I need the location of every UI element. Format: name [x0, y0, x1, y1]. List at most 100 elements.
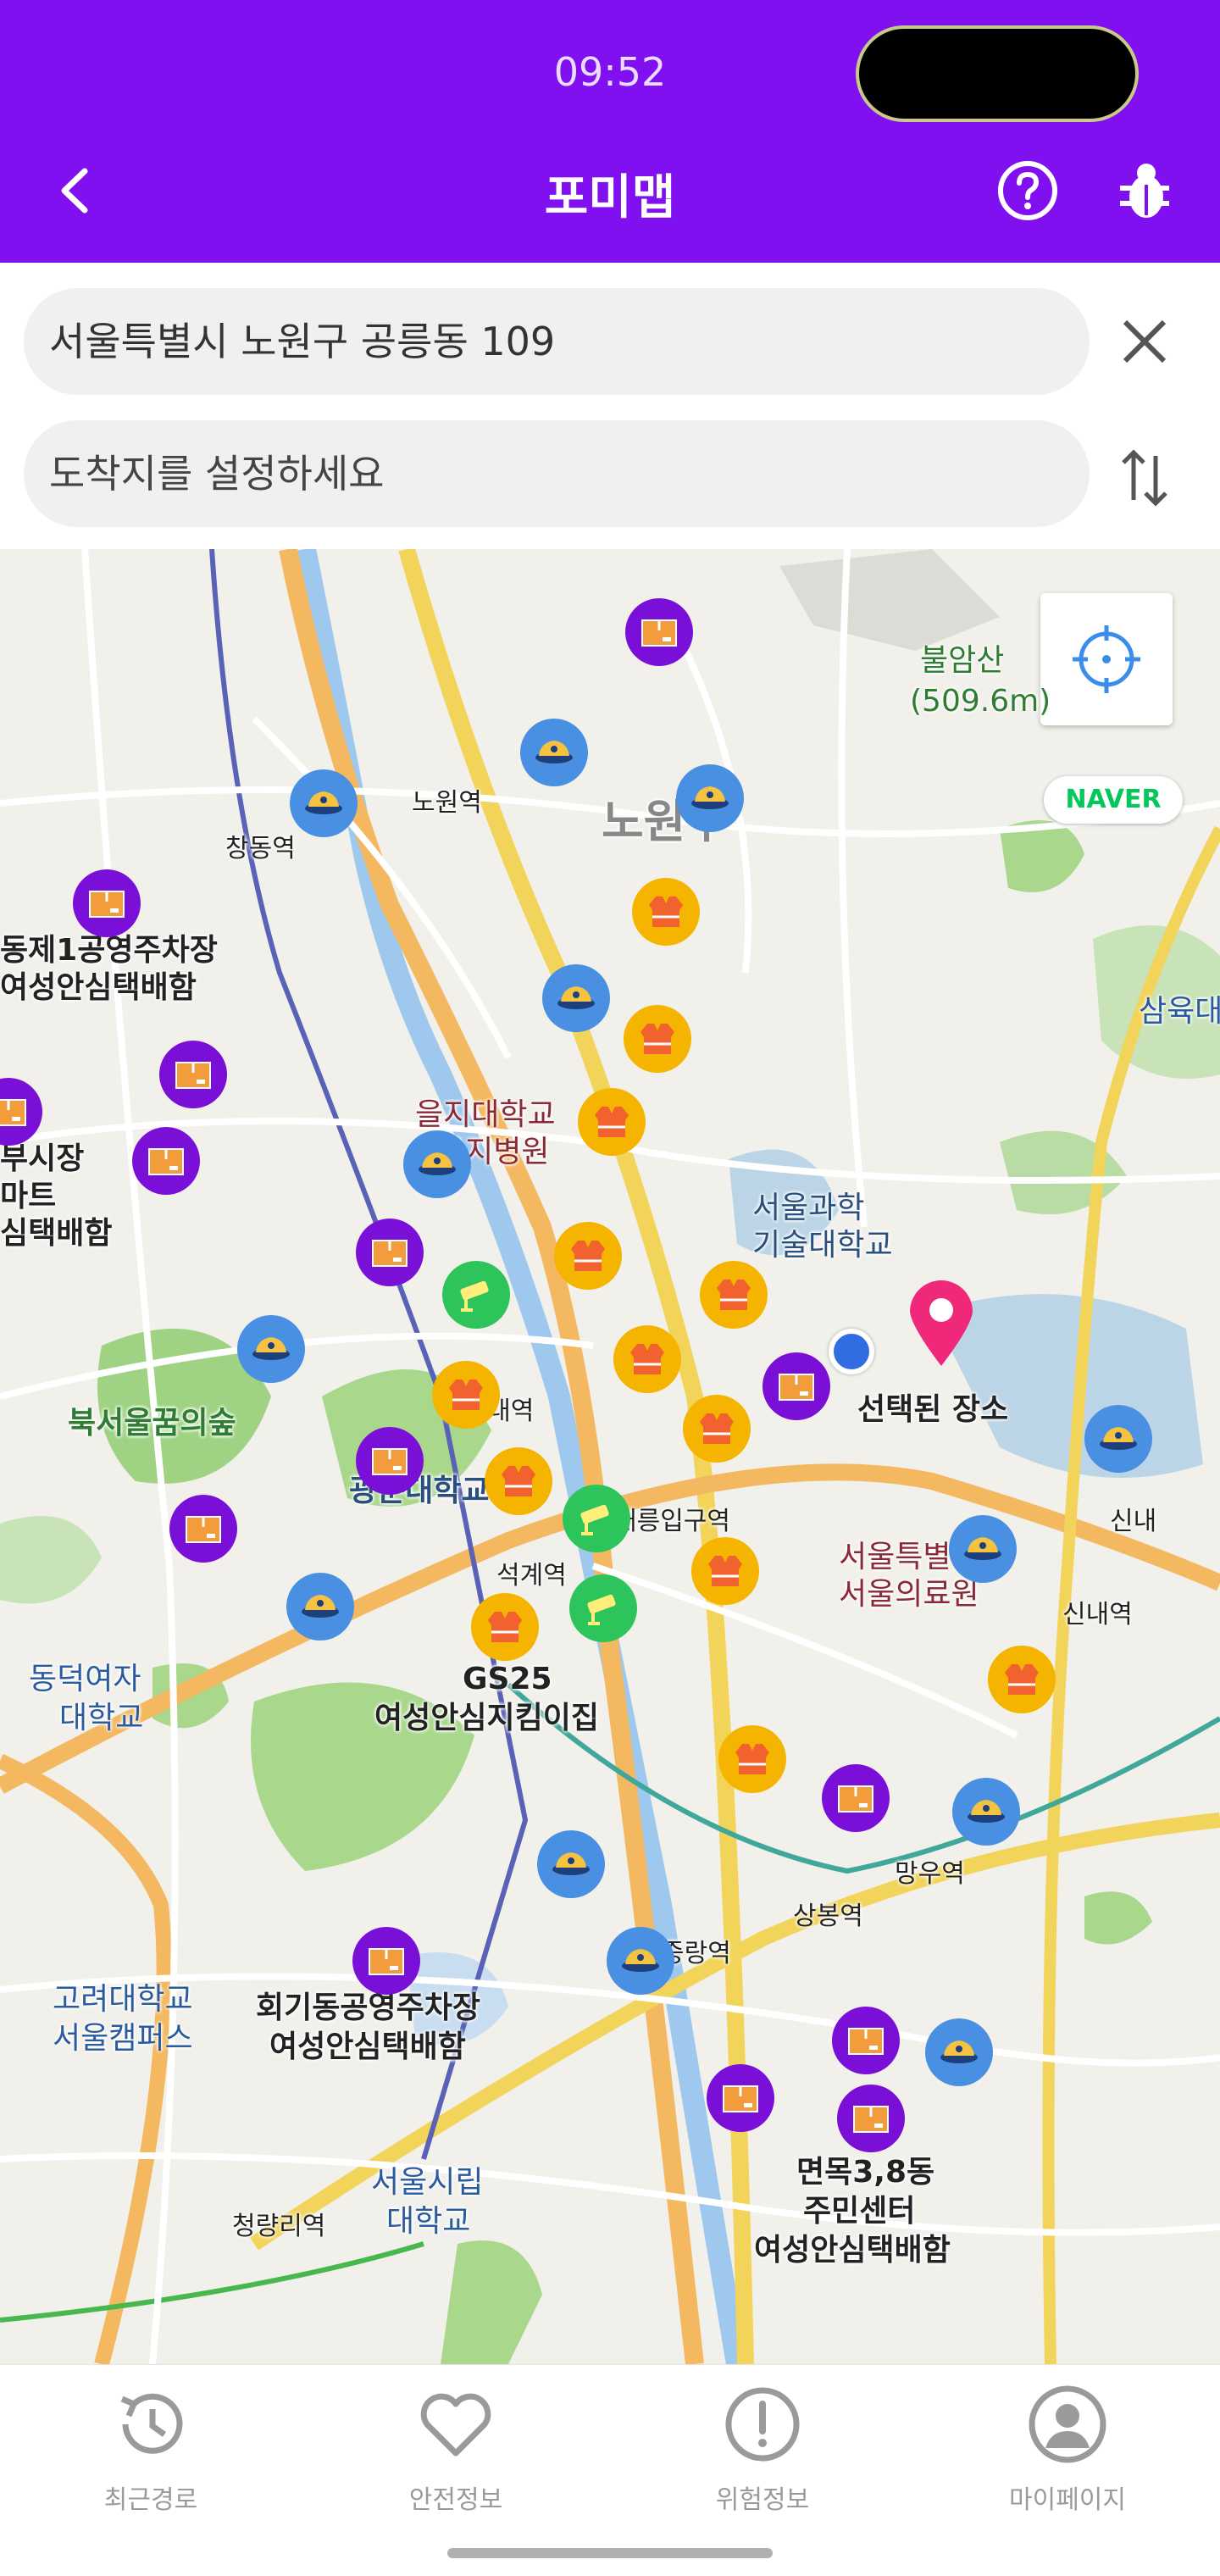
police-marker[interactable]: [1084, 1405, 1152, 1473]
police-marker[interactable]: [949, 1515, 1017, 1583]
map-label: 여성안심택배함: [0, 970, 197, 1005]
police-hat-icon: [557, 986, 595, 1009]
police-marker[interactable]: [290, 769, 358, 837]
destination-input[interactable]: 도착지를 설정하세요: [24, 420, 1090, 527]
safe-delivery-marker[interactable]: [169, 1495, 237, 1563]
map-label: 동제1공영주차장: [0, 933, 218, 968]
safety-guard-marker[interactable]: [718, 1725, 786, 1793]
safe-delivery-marker[interactable]: [132, 1127, 200, 1195]
nav-recent-routes[interactable]: 최근경로: [49, 2382, 252, 2526]
police-hat-icon: [302, 1595, 339, 1618]
police-hat-icon: [535, 741, 573, 763]
map-label: 대학교: [59, 1701, 144, 1735]
police-marker[interactable]: [676, 764, 744, 832]
safe-delivery-marker[interactable]: [352, 1927, 420, 1995]
package-icon: [186, 1516, 221, 1543]
safety-vest-icon: [717, 1280, 751, 1310]
origin-input[interactable]: 서울특별시 노원구 공릉동 109: [24, 288, 1090, 395]
map-label: 여성안심택배함: [754, 2233, 951, 2268]
cctv-marker[interactable]: [563, 1485, 630, 1552]
safety-guard-marker[interactable]: [691, 1537, 759, 1605]
police-marker[interactable]: [537, 1830, 605, 1898]
safety-guard-marker[interactable]: [988, 1646, 1056, 1713]
safe-delivery-marker[interactable]: [707, 2064, 774, 2132]
map-label: 기술대학교: [752, 1228, 893, 1263]
package-icon: [0, 1099, 26, 1126]
police-marker[interactable]: [520, 719, 588, 786]
package-icon: [89, 891, 125, 918]
police-marker[interactable]: [403, 1130, 471, 1198]
safety-vest-icon: [649, 897, 683, 927]
safety-guard-marker[interactable]: [700, 1261, 768, 1329]
safety-vest-icon: [708, 1556, 742, 1586]
safety-guard-marker[interactable]: [578, 1088, 646, 1156]
cctv-marker[interactable]: [569, 1574, 637, 1642]
map-label: 을지대학교: [415, 1097, 556, 1132]
police-marker[interactable]: [286, 1573, 354, 1641]
safety-guard-marker[interactable]: [683, 1395, 751, 1463]
police-marker[interactable]: [542, 964, 610, 1032]
map-label: 마트: [0, 1179, 57, 1213]
safety-vest-icon: [640, 1024, 674, 1054]
close-icon[interactable]: [1118, 315, 1171, 368]
selected-place-pin-icon[interactable]: [903, 1276, 979, 1369]
safe-delivery-marker[interactable]: [822, 1764, 890, 1832]
map-label: 면목3,8동: [796, 2155, 935, 2190]
map-label: 상봉역: [793, 1901, 863, 1931]
safe-delivery-marker[interactable]: [73, 869, 141, 937]
package-icon: [175, 1062, 211, 1089]
safety-guard-marker[interactable]: [485, 1447, 552, 1515]
question-circle-icon[interactable]: [996, 159, 1059, 222]
police-marker[interactable]: [237, 1315, 305, 1383]
safety-guard-marker[interactable]: [554, 1222, 622, 1290]
swap-vertical-icon[interactable]: [1118, 447, 1171, 508]
current-location-dot: [829, 1329, 874, 1374]
map-label: (509.6m): [910, 684, 1051, 719]
safe-delivery-marker[interactable]: [625, 598, 693, 666]
safe-delivery-marker[interactable]: [356, 1427, 424, 1495]
app-header: 09:52 포미맵: [0, 0, 1220, 263]
package-icon: [779, 1374, 814, 1401]
police-hat-icon: [552, 1852, 590, 1875]
cctv-camera-icon: [587, 1594, 616, 1625]
safety-guard-marker[interactable]: [613, 1325, 681, 1393]
bug-icon[interactable]: [1117, 159, 1176, 222]
cctv-marker[interactable]: [442, 1261, 510, 1329]
safety-guard-marker[interactable]: [624, 1005, 691, 1073]
route-search-panel: 서울특별시 노원구 공릉동 109 도착지를 설정하세요: [0, 263, 1220, 549]
safety-guard-marker[interactable]: [632, 878, 700, 946]
police-marker[interactable]: [925, 2018, 993, 2086]
police-hat-icon: [968, 1800, 1005, 1823]
naver-logo: NAVER: [1044, 776, 1183, 824]
nav-my-page[interactable]: 마이페이지: [966, 2382, 1169, 2526]
bottom-navigation: 최근경로 안전정보 위험정보 마이페이지: [0, 2364, 1220, 2576]
safe-delivery-marker[interactable]: [832, 2007, 900, 2074]
safe-delivery-marker[interactable]: [837, 2085, 905, 2152]
safety-guard-marker[interactable]: [432, 1361, 500, 1429]
package-icon: [853, 2106, 889, 2133]
package-icon: [372, 1240, 408, 1267]
nav-label: 마이페이지: [1009, 2485, 1126, 2515]
nav-danger-info[interactable]: 위험정보: [661, 2382, 864, 2526]
police-marker[interactable]: [952, 1778, 1020, 1846]
alert-circle-icon: [725, 2387, 800, 2462]
package-icon: [369, 1948, 404, 1975]
safe-delivery-marker[interactable]: [159, 1041, 227, 1108]
map-label: 여성안심지킴이집: [374, 1701, 599, 1735]
police-hat-icon: [419, 1152, 456, 1175]
nav-label: 안전정보: [408, 2485, 503, 2515]
nav-safety-info[interactable]: 안전정보: [354, 2382, 557, 2526]
police-marker[interactable]: [607, 1927, 674, 1995]
home-indicator[interactable]: [447, 2548, 773, 2558]
nav-label: 위험정보: [715, 2485, 810, 2515]
map-view[interactable]: NAVER 노원구 불암산 (509.6m) 노원역 창동역 을지대학교 을지병…: [0, 549, 1220, 2364]
safe-delivery-marker[interactable]: [356, 1219, 424, 1286]
nav-label: 최근경로: [103, 2485, 198, 2515]
cctv-camera-icon: [460, 1280, 489, 1312]
safety-guard-marker[interactable]: [471, 1593, 539, 1661]
safety-vest-icon: [571, 1241, 605, 1271]
crosshair-icon[interactable]: [1040, 593, 1173, 725]
safe-delivery-marker[interactable]: [762, 1352, 830, 1420]
map-label: 망우역: [895, 1859, 965, 1889]
safety-vest-icon: [1005, 1664, 1039, 1695]
